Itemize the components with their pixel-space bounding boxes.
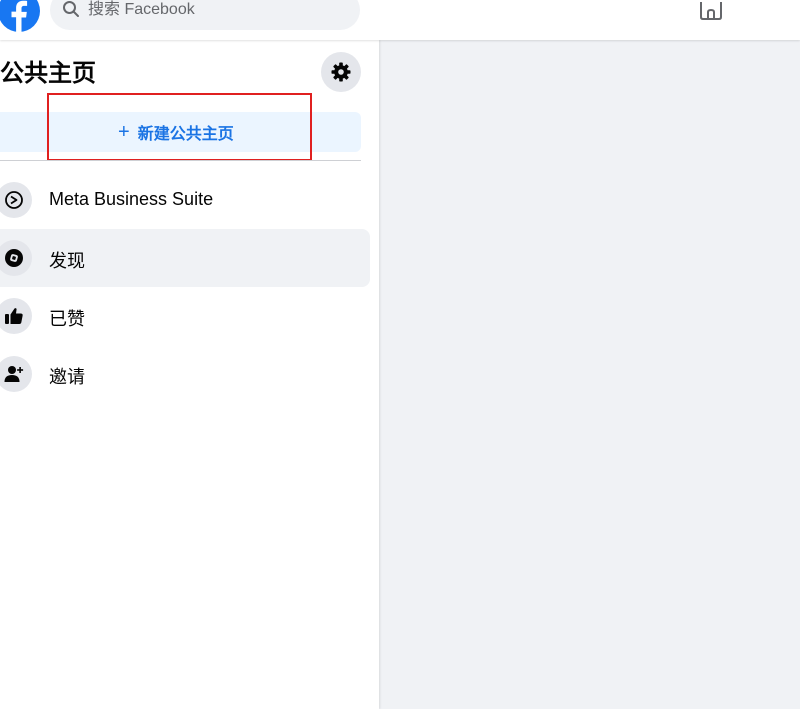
search-box[interactable] <box>50 0 360 30</box>
compass-icon <box>5 249 23 267</box>
page-title: 公共主页 <box>0 60 96 87</box>
nav-item-label: 邀请 <box>49 367 85 387</box>
nav-item-discover[interactable]: 发现 <box>0 229 370 287</box>
nav-item-meta-business-suite[interactable]: Meta Business Suite <box>0 171 370 229</box>
top-navigation-bar <box>0 0 800 40</box>
create-page-label: 新建公共主页 <box>137 126 234 143</box>
search-input[interactable] <box>88 0 348 22</box>
add-person-icon <box>4 366 24 382</box>
pages-sidebar: 公共主页 + 新建公共主页 Meta Business Suite 发现 已赞 … <box>0 40 379 709</box>
nav-item-label: Meta Business Suite <box>49 189 214 209</box>
thumbs-up-icon <box>5 308 23 324</box>
nav-item-label: 发现 <box>49 251 85 271</box>
divider <box>0 160 361 161</box>
meta-business-suite-icon <box>5 191 23 209</box>
plus-icon: + <box>118 121 130 143</box>
nav-item-invites[interactable]: 邀请 <box>0 345 370 403</box>
nav-item-liked[interactable]: 已赞 <box>0 287 370 345</box>
settings-button[interactable] <box>321 52 361 92</box>
create-page-button[interactable]: + 新建公共主页 <box>0 112 361 152</box>
search-icon <box>63 1 79 17</box>
home-icon[interactable] <box>698 0 724 20</box>
gear-icon <box>331 62 351 82</box>
facebook-logo-icon[interactable] <box>0 0 40 32</box>
nav-item-label: 已赞 <box>49 309 85 329</box>
